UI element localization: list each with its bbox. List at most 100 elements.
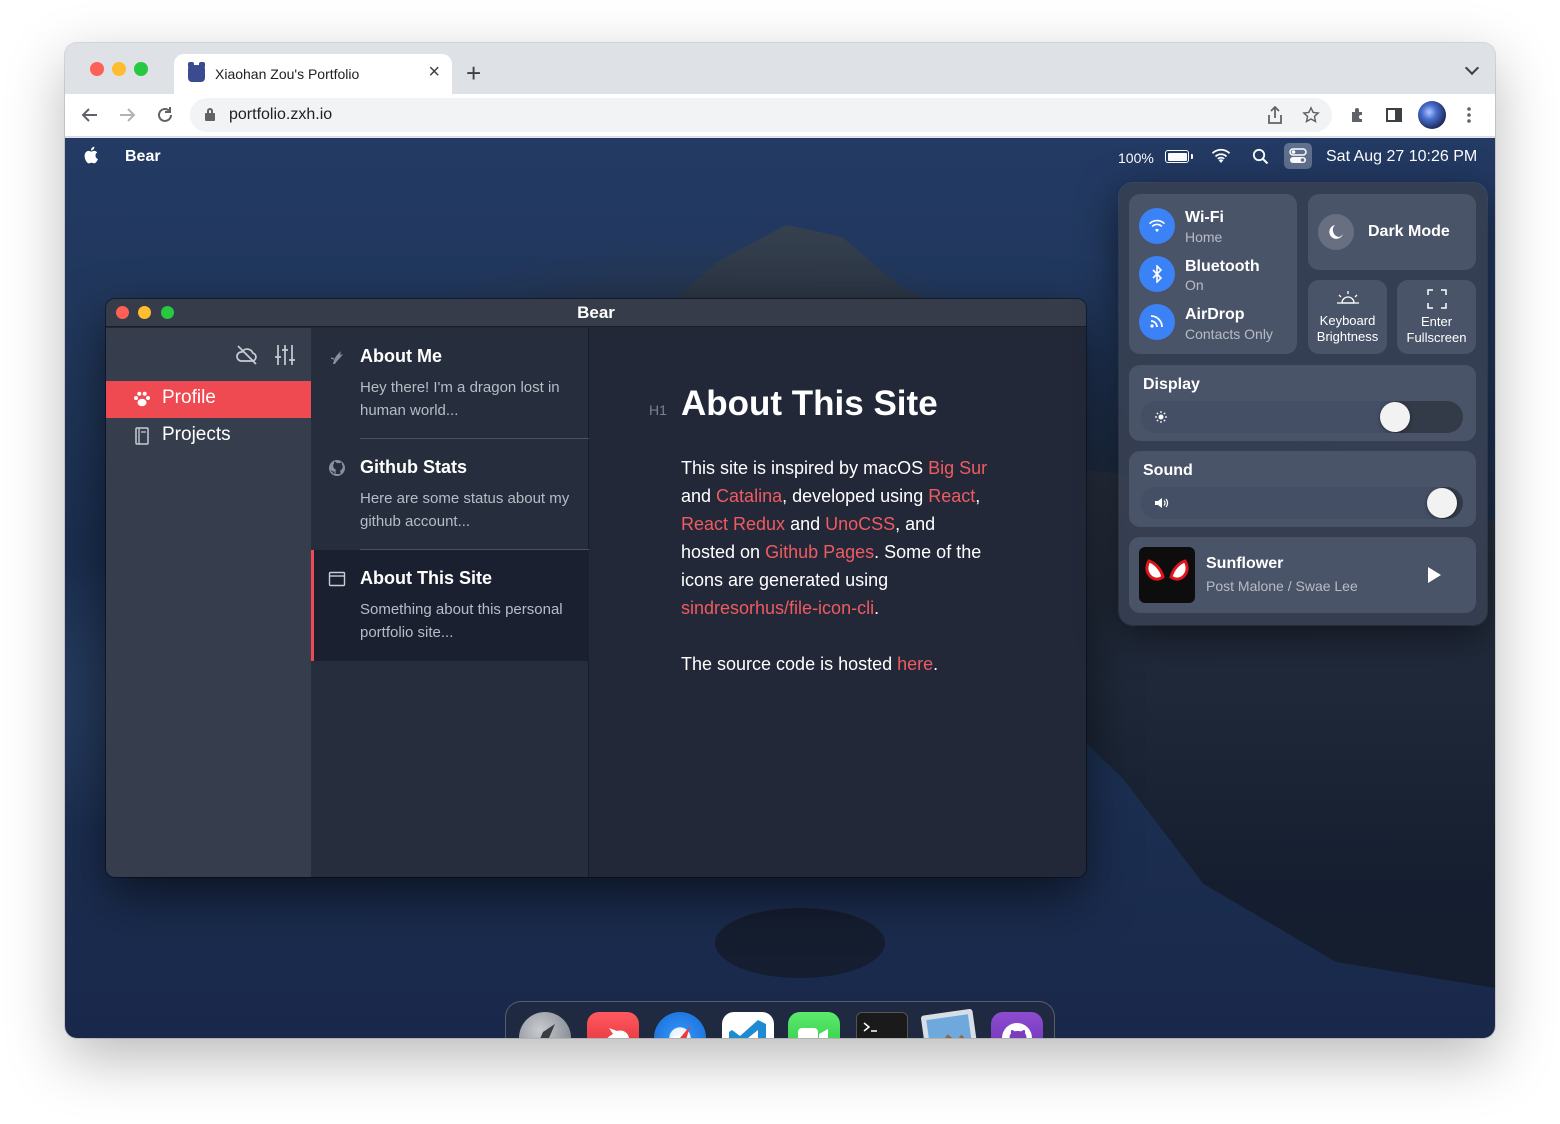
- new-tab-button[interactable]: +: [466, 60, 481, 86]
- tab-search-chevron-icon[interactable]: [1464, 60, 1480, 76]
- sound-slider-knob[interactable]: [1427, 488, 1457, 518]
- preview-icon[interactable]: [920, 1008, 980, 1038]
- airdrop-title: AirDrop: [1185, 306, 1245, 323]
- note-item-github-stats[interactable]: Github Stats Here are some status about …: [311, 439, 589, 550]
- bookmark-star-icon[interactable]: [1298, 102, 1324, 128]
- book-icon: [135, 427, 149, 445]
- paragraph-text: and: [785, 514, 826, 534]
- bear-window-title: Bear: [577, 303, 615, 322]
- display-brightness-slider[interactable]: [1141, 401, 1463, 433]
- sound-label: Sound: [1143, 462, 1193, 479]
- link-catalina[interactable]: Catalina: [716, 486, 782, 506]
- bear-notes-list: About Me Hey there! I'm a dragon lost in…: [311, 328, 589, 877]
- terminal-icon[interactable]: [856, 1012, 908, 1038]
- enter-fullscreen-tile[interactable]: Enter Fullscreen: [1397, 280, 1476, 354]
- note-item-about-this-site[interactable]: About This Site Something about this per…: [311, 550, 589, 661]
- wifi-toggle-icon[interactable]: [1139, 208, 1175, 244]
- paragraph-text: This site is inspired by macOS: [681, 458, 929, 478]
- paragraph-text: .: [874, 598, 880, 618]
- fullscreen-label-line2: Fullscreen: [1406, 330, 1467, 345]
- link-github-pages[interactable]: Github Pages: [765, 542, 874, 562]
- track-title: Sunflower: [1206, 555, 1284, 572]
- extensions-puzzle-icon[interactable]: [1345, 102, 1371, 128]
- zoom-window-button[interactable]: [134, 62, 148, 76]
- more-menu-icon[interactable]: [1456, 102, 1482, 128]
- menubar-datetime[interactable]: Sat Aug 27 10:26 PM: [1326, 148, 1477, 166]
- link-react-redux[interactable]: React Redux: [681, 514, 785, 534]
- vscode-icon[interactable]: [722, 1012, 774, 1038]
- facetime-icon[interactable]: [788, 1012, 840, 1038]
- close-window-button[interactable]: [90, 62, 104, 76]
- paragraph-text: , developed using: [782, 486, 929, 506]
- airdrop-status: Contacts Only: [1185, 326, 1273, 342]
- dragon-icon: [330, 351, 343, 364]
- battery-icon[interactable]: [1165, 150, 1193, 163]
- link-file-icon-cli[interactable]: sindresorhus/file-icon-cli: [681, 598, 874, 618]
- side-panel-icon[interactable]: [1381, 102, 1407, 128]
- browser-tab[interactable]: Xiaohan Zou's Portfolio ×: [174, 54, 452, 94]
- display-tile: Display: [1129, 365, 1476, 441]
- dark-mode-tile[interactable]: Dark Mode: [1308, 194, 1476, 270]
- forward-arrow-icon[interactable]: [114, 102, 140, 128]
- address-bar[interactable]: portfolio.zxh.io: [190, 98, 1332, 132]
- menu-bar: Bear 100% Sat Aug 27 10:26 PM: [65, 138, 1495, 174]
- bear-editor[interactable]: H1 About This Site This site is inspired…: [589, 328, 1086, 877]
- link-unocss[interactable]: UnoCSS: [825, 514, 895, 534]
- safari-icon[interactable]: [654, 1012, 706, 1038]
- control-center-icon[interactable]: [1284, 143, 1312, 169]
- note-item-about-me[interactable]: About Me Hey there! I'm a dragon lost in…: [311, 328, 589, 439]
- sliders-settings-icon[interactable]: [272, 342, 298, 368]
- tab-close-icon[interactable]: ×: [428, 61, 440, 84]
- link-big-sur[interactable]: Big Sur: [928, 458, 987, 478]
- display-slider-knob[interactable]: [1380, 402, 1410, 432]
- link-react[interactable]: React: [928, 486, 975, 506]
- spotlight-search-icon[interactable]: [1249, 146, 1271, 166]
- sidebar-item-projects[interactable]: Projects: [106, 418, 311, 455]
- sidebar-item-profile[interactable]: Profile: [106, 381, 311, 418]
- link-source-here[interactable]: here: [897, 654, 933, 674]
- track-artist: Post Malone / Swae Lee: [1206, 578, 1358, 594]
- tab-strip: Xiaohan Zou's Portfolio × +: [65, 43, 1495, 94]
- launchpad-icon[interactable]: [519, 1012, 571, 1038]
- editor-paragraph-source: The source code is hosted here.: [681, 650, 991, 678]
- fullscreen-label-line1: Enter: [1420, 314, 1453, 329]
- bluetooth-title: Bluetooth: [1185, 258, 1260, 275]
- keyboard-brightness-icon: [1337, 291, 1359, 304]
- bear-sidebar: Profile Projects: [106, 328, 311, 877]
- profile-avatar[interactable]: [1418, 101, 1446, 129]
- airdrop-toggle-icon[interactable]: [1139, 304, 1175, 340]
- wifi-title: Wi-Fi: [1185, 209, 1224, 226]
- album-artwork[interactable]: [1139, 547, 1195, 603]
- minimize-window-button[interactable]: [112, 62, 126, 76]
- cloud-off-icon[interactable]: [234, 342, 260, 368]
- paragraph-text: .: [933, 654, 939, 674]
- share-icon[interactable]: [1262, 102, 1288, 128]
- sidebar-item-label: Profile: [162, 387, 216, 408]
- github-desktop-icon[interactable]: [991, 1012, 1043, 1038]
- active-app-name[interactable]: Bear: [125, 148, 161, 166]
- paragraph-text: and: [681, 486, 717, 506]
- wifi-icon[interactable]: [1210, 146, 1232, 166]
- keyboard-label-line1: Keyboard: [1319, 313, 1376, 328]
- bear-titlebar[interactable]: Bear: [106, 299, 1086, 327]
- window-icon: [328, 571, 346, 587]
- lock-icon: [205, 108, 215, 121]
- keyboard-brightness-tile[interactable]: Keyboard Brightness: [1308, 280, 1387, 354]
- bluetooth-toggle-icon[interactable]: [1139, 256, 1175, 292]
- sound-volume-slider[interactable]: [1141, 487, 1463, 519]
- apple-logo-icon[interactable]: [83, 146, 99, 164]
- note-title: About This Site: [360, 568, 492, 588]
- display-slider-fill: [1141, 401, 1395, 433]
- play-icon[interactable]: [1426, 566, 1442, 584]
- control-center-panel: Wi-Fi Home Bluetooth On AirDrop Contacts…: [1119, 183, 1487, 625]
- macos-desktop: Bear 100% Sat Aug 27 10:26 PM Bear Profi…: [65, 138, 1495, 1038]
- note-excerpt: Here are some status about my github acc…: [360, 490, 570, 530]
- browser-toolbar: portfolio.zxh.io: [65, 94, 1495, 137]
- back-arrow-icon[interactable]: [77, 102, 103, 128]
- reload-icon[interactable]: [152, 102, 178, 128]
- wallpaper-islet: [715, 908, 885, 978]
- paragraph-text: The source code is hosted: [681, 654, 898, 674]
- sidebar-item-label: Projects: [162, 424, 231, 445]
- bear-icon[interactable]: [587, 1012, 639, 1038]
- dock: [505, 1001, 1055, 1038]
